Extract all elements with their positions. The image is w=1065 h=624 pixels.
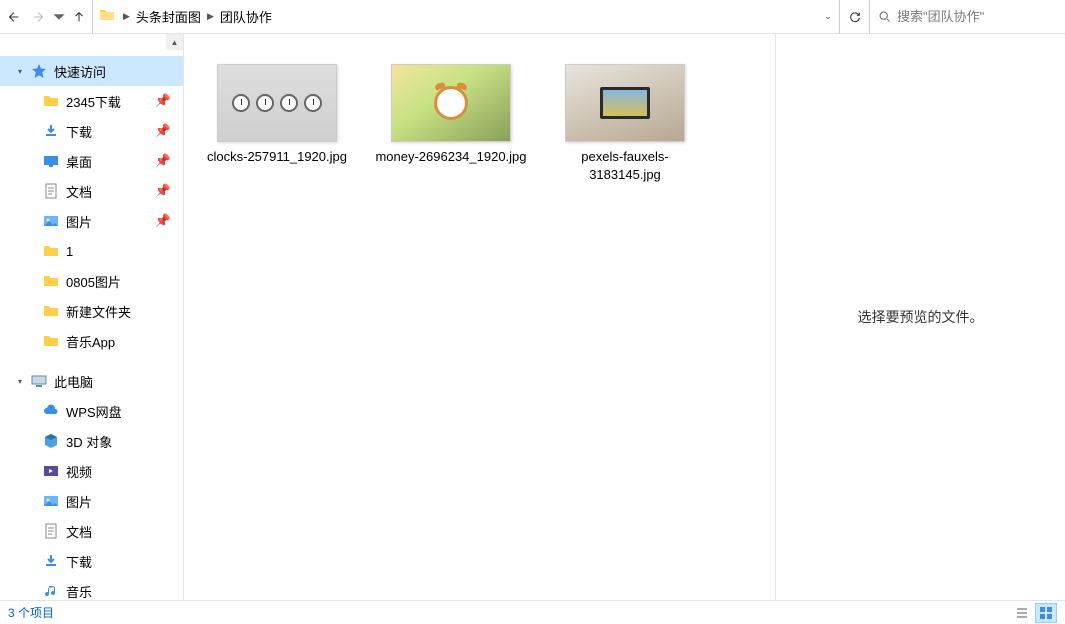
address-dropdown-button[interactable]: ⌄ [817, 11, 839, 22]
nav-forward-button[interactable] [26, 0, 52, 34]
file-name-label: pexels-fauxels-3183145.jpg [540, 148, 710, 183]
search-box[interactable] [870, 0, 1065, 34]
sidebar-item-label: 0805图片 [66, 272, 121, 291]
pictures-icon [42, 492, 60, 510]
status-bar: 3 个项目 [0, 600, 1065, 624]
sidebar-item-newfolder[interactable]: 新建文件夹 [0, 296, 183, 326]
sidebar-item-label: 3D 对象 [66, 432, 112, 451]
sidebar-item-2345[interactable]: 2345下载 📌 [0, 86, 183, 116]
sidebar-item-label: 视频 [66, 462, 92, 481]
sidebar-item-label: 图片 [66, 492, 92, 511]
expand-icon[interactable]: ▾ [18, 377, 28, 386]
view-thumbnails-button[interactable] [1035, 603, 1057, 623]
pin-icon: 📌 [155, 213, 171, 229]
search-input[interactable] [897, 9, 1047, 24]
sidebar-item-label: 2345下载 [66, 92, 121, 111]
sidebar-item-label: 此电脑 [54, 372, 93, 391]
sidebar-item-desktop[interactable]: 桌面 📌 [0, 146, 183, 176]
address-folder-icon [99, 7, 119, 26]
folder-icon [42, 242, 60, 260]
sidebar-item-label: 文档 [66, 522, 92, 541]
file-thumbnail [391, 64, 511, 142]
document-icon [42, 522, 60, 540]
sidebar-scroll-up[interactable]: ▲ [166, 34, 183, 50]
expand-icon[interactable]: ▾ [18, 67, 28, 76]
sidebar-item-label: 新建文件夹 [66, 302, 131, 321]
file-thumbnail [565, 64, 685, 142]
file-item[interactable]: money-2696234_1920.jpg [366, 64, 536, 183]
sidebar-item-1[interactable]: 1 [0, 236, 183, 266]
folder-icon [42, 302, 60, 320]
sidebar-item-musicapp[interactable]: 音乐App [0, 326, 183, 356]
preview-pane: 选择要预览的文件。 [775, 34, 1065, 600]
sidebar-item-label: 音乐 [66, 582, 92, 601]
sidebar-item-label: 下载 [66, 122, 92, 141]
pin-icon: 📌 [155, 93, 171, 109]
breadcrumb-seg-2[interactable]: 团队协作 [218, 7, 274, 26]
sidebar-item-0805[interactable]: 0805图片 [0, 266, 183, 296]
refresh-button[interactable] [840, 0, 870, 34]
toolbar: ▶ 头条封面图 ▶ 团队协作 ⌄ [0, 0, 1065, 34]
sidebar-item-pc-pictures[interactable]: 图片 [0, 486, 183, 516]
sidebar-item-pc-documents[interactable]: 文档 [0, 516, 183, 546]
address-bar[interactable]: ▶ 头条封面图 ▶ 团队协作 ⌄ [92, 0, 840, 34]
sidebar-this-pc[interactable]: ▾ 此电脑 [0, 366, 183, 396]
video-icon [42, 462, 60, 480]
pc-icon [30, 372, 48, 390]
sidebar: ▲ ▾ 快速访问 2345下载 📌 下载 📌 桌面 📌 文档 📌 [0, 34, 184, 600]
file-name-label: money-2696234_1920.jpg [369, 148, 532, 166]
cloud-icon [42, 402, 60, 420]
sidebar-item-label: 1 [66, 244, 73, 259]
file-item[interactable]: pexels-fauxels-3183145.jpg [540, 64, 710, 183]
sidebar-item-label: WPS网盘 [66, 402, 122, 421]
chevron-right-icon[interactable]: ▶ [119, 11, 134, 22]
sidebar-item-label: 桌面 [66, 152, 92, 171]
preview-empty-text: 选择要预览的文件。 [858, 307, 984, 327]
sidebar-item-documents[interactable]: 文档 📌 [0, 176, 183, 206]
sidebar-item-pc-downloads[interactable]: 下载 [0, 546, 183, 576]
folder-icon [42, 332, 60, 350]
breadcrumb-seg-1[interactable]: 头条封面图 [134, 7, 203, 26]
file-name-label: clocks-257911_1920.jpg [201, 148, 353, 166]
sidebar-item-label: 音乐App [66, 332, 115, 351]
nav-up-button[interactable] [66, 0, 92, 34]
pin-icon: 📌 [155, 183, 171, 199]
nav-back-button[interactable] [0, 0, 26, 34]
nav-history-dropdown[interactable] [52, 0, 66, 34]
sidebar-item-label: 下载 [66, 552, 92, 571]
sidebar-item-videos[interactable]: 视频 [0, 456, 183, 486]
download-icon [42, 122, 60, 140]
star-icon [30, 62, 48, 80]
pin-icon: 📌 [155, 123, 171, 139]
file-thumbnail [217, 64, 337, 142]
files-pane[interactable]: clocks-257911_1920.jpg money-2696234_192… [184, 34, 775, 600]
content-area: clocks-257911_1920.jpg money-2696234_192… [184, 34, 1065, 600]
sidebar-item-pc-music[interactable]: 音乐 [0, 576, 183, 600]
pictures-icon [42, 212, 60, 230]
view-details-button[interactable] [1011, 603, 1033, 623]
status-item-count: 3 个项目 [8, 604, 54, 621]
3d-icon [42, 432, 60, 450]
sidebar-quick-access[interactable]: ▾ 快速访问 [0, 56, 183, 86]
sidebar-item-label: 图片 [66, 212, 92, 231]
music-icon [42, 582, 60, 600]
desktop-icon [42, 152, 60, 170]
pin-icon: 📌 [155, 153, 171, 169]
download-icon [42, 552, 60, 570]
sidebar-item-downloads[interactable]: 下载 📌 [0, 116, 183, 146]
sidebar-item-3d[interactable]: 3D 对象 [0, 426, 183, 456]
sidebar-item-label: 快速访问 [54, 62, 106, 81]
file-item[interactable]: clocks-257911_1920.jpg [192, 64, 362, 183]
sidebar-item-label: 文档 [66, 182, 92, 201]
chevron-right-icon[interactable]: ▶ [203, 11, 218, 22]
main-area: ▲ ▾ 快速访问 2345下载 📌 下载 📌 桌面 📌 文档 📌 [0, 34, 1065, 600]
folder-icon [42, 272, 60, 290]
sidebar-item-pictures[interactable]: 图片 📌 [0, 206, 183, 236]
sidebar-item-wps[interactable]: WPS网盘 [0, 396, 183, 426]
document-icon [42, 182, 60, 200]
folder-icon [42, 92, 60, 110]
